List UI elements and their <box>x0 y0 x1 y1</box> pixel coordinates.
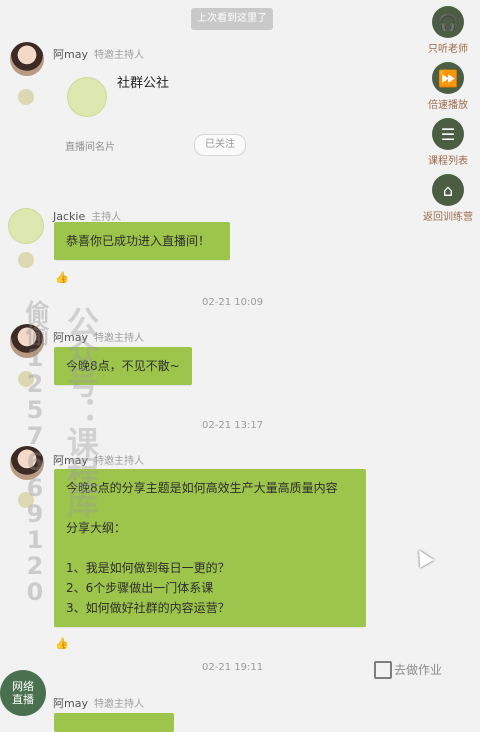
sender-name: 阿may <box>53 454 88 467</box>
sidebar-label-only-teacher: 只听老师 <box>428 44 468 55</box>
bubble-line: 3、如何做好社群的内容运营？ <box>66 601 230 615</box>
bubble-line: 2、6个步骤做出一门体系课 <box>66 581 214 595</box>
sender-name: 阿may <box>53 697 88 710</box>
bubble-line <box>66 538 354 558</box>
sender-name: 阿may <box>53 48 88 61</box>
timestamp: 02-21 13:17 <box>202 420 264 431</box>
bubble-line: 分享大纲： <box>66 521 127 535</box>
avatar-badge <box>18 492 34 508</box>
homework-link[interactable]: 去做作业 <box>394 661 442 678</box>
sender-line: 阿may 特邀主持人 <box>53 449 144 468</box>
message-bubble[interactable]: 今晚8点的分享主题是如何高效生产大量高质量内容 分享大纲： 1、我是如何做到每日… <box>54 469 366 627</box>
homework-icon[interactable] <box>374 661 392 679</box>
sender-line: 阿may 特邀主持人 <box>53 326 144 345</box>
avatar[interactable] <box>10 446 44 480</box>
sender-role: 特邀主持人 <box>93 50 144 61</box>
avatar-badge <box>18 371 34 387</box>
timestamp: 02-21 19:11 <box>202 662 264 673</box>
back-camp-icon[interactable]: ⌂ <box>432 174 464 206</box>
like-icon[interactable]: 👍 <box>55 272 69 284</box>
sender-name: 阿may <box>53 331 88 344</box>
avatar-badge <box>18 89 34 105</box>
panda-icon <box>67 77 107 117</box>
like-icon[interactable]: 👍 <box>55 638 69 650</box>
bubble-line <box>66 498 354 518</box>
sender-line: 阿may 特邀主持人 <box>53 43 144 62</box>
sidebar-label-back-camp: 返回训练营 <box>423 212 473 223</box>
speed-icon[interactable]: ⏩ <box>432 62 464 94</box>
follow-button[interactable]: 已关注 <box>194 134 246 156</box>
card-title: 社群公社 <box>117 76 170 91</box>
avatar[interactable] <box>10 42 44 76</box>
message-bubble[interactable]: 今晚8点，不见不散~ <box>54 347 192 385</box>
avatar[interactable] <box>8 208 44 244</box>
sender-role: 特邀主持人 <box>93 699 144 710</box>
sender-role: 特邀主持人 <box>93 456 144 467</box>
sidebar-label-course-list: 课程列表 <box>428 156 468 167</box>
avatar[interactable] <box>10 324 44 358</box>
avatar[interactable]: 网络 直播 <box>0 670 46 716</box>
timestamp: 02-21 10:09 <box>202 297 264 308</box>
cursor-icon <box>412 546 434 568</box>
top-notice[interactable]: 上次看到这里了 <box>191 8 273 30</box>
sender-role: 特邀主持人 <box>93 333 144 344</box>
list-icon[interactable]: ☰ <box>432 118 464 150</box>
bubble-line: 1、我是如何做到每日一更的？ <box>66 561 230 575</box>
card-link[interactable]: 直播间名片 <box>65 138 115 153</box>
headphones-icon[interactable]: 🎧 <box>432 6 464 38</box>
bubble-line: 今晚8点的分享主题是如何高效生产大量高质量内容 <box>66 481 338 495</box>
sender-line: 阿may 特邀主持人 <box>53 692 144 711</box>
sidebar-label-speed: 倍速播放 <box>428 100 468 111</box>
message-bubble-partial[interactable] <box>54 713 174 732</box>
message-bubble[interactable]: 恭喜你已成功进入直播间！ <box>54 222 230 260</box>
avatar-badge <box>18 252 34 268</box>
